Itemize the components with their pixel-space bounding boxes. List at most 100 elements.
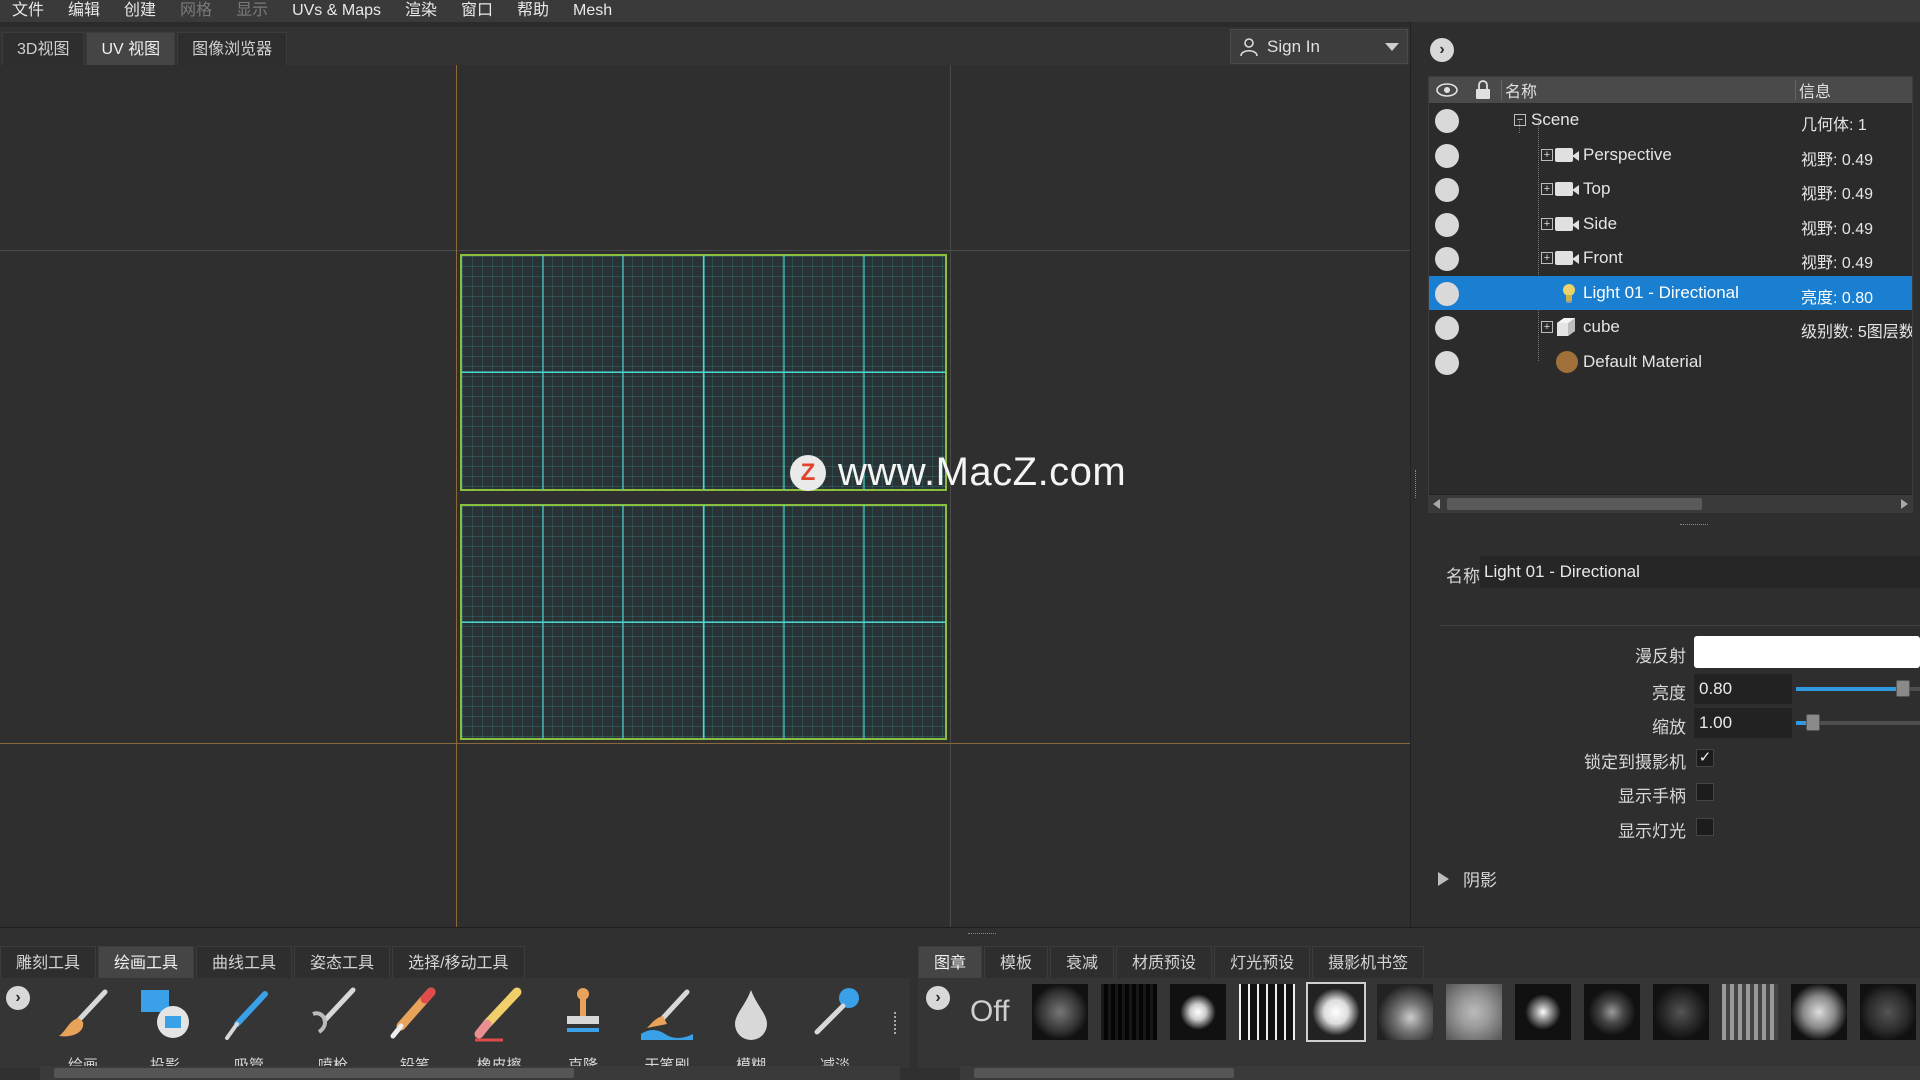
slider-knob[interactable] <box>1896 680 1910 697</box>
header-name[interactable]: 名称 <box>1505 78 1537 102</box>
visibility-toggle[interactable] <box>1435 281 1459 306</box>
tree-row-perspective[interactable]: + Perspective 视野: 0.49 <box>1429 138 1912 173</box>
tree-row-top[interactable]: + Top 视野: 0.49 <box>1429 172 1912 207</box>
scale-slider[interactable] <box>1796 714 1920 731</box>
menu-create[interactable]: 创建 <box>112 0 168 22</box>
brightness-slider[interactable] <box>1796 680 1920 697</box>
visibility-toggle[interactable] <box>1435 178 1459 202</box>
tool-airbrush[interactable]: 喷枪 <box>298 984 368 1074</box>
tray-overflow-icon[interactable] <box>894 1012 898 1034</box>
uv-island-bottom[interactable] <box>460 504 947 740</box>
panel-split-handle[interactable] <box>1680 524 1708 527</box>
tool-dodge[interactable]: 减淡 <box>800 984 870 1074</box>
show-light-checkbox[interactable] <box>1696 818 1714 836</box>
panel-toggle-icon[interactable]: › <box>1430 38 1454 62</box>
tab-material-presets[interactable]: 材质预设 <box>1116 946 1213 979</box>
tab-paint-tools[interactable]: 绘画工具 <box>98 946 195 979</box>
menu-render[interactable]: 渲染 <box>393 0 449 22</box>
tool-clone[interactable]: 克隆 <box>548 984 618 1074</box>
tray-resize-handle[interactable] <box>968 933 996 936</box>
tab-lighting-presets[interactable]: 灯光预设 <box>1214 946 1311 979</box>
visibility-toggle[interactable] <box>1435 247 1459 271</box>
tab-sculpt-tools[interactable]: 雕刻工具 <box>0 946 97 979</box>
tab-curve-tools[interactable]: 曲线工具 <box>196 946 293 979</box>
eye-icon[interactable] <box>1429 83 1465 97</box>
lock-camera-checkbox[interactable]: ✓ <box>1696 749 1714 767</box>
tab-pose-tools[interactable]: 姿态工具 <box>294 946 391 979</box>
expand-icon[interactable]: + <box>1541 148 1553 161</box>
visibility-toggle[interactable] <box>1435 212 1459 237</box>
stamp-thumbnail[interactable] <box>1515 984 1571 1040</box>
menu-file[interactable]: 文件 <box>0 0 56 22</box>
stamp-thumbnail[interactable] <box>1860 984 1916 1040</box>
scroll-left-icon[interactable] <box>1433 499 1440 509</box>
property-name-field[interactable]: Light 01 - Directional <box>1480 556 1920 588</box>
brightness-input[interactable]: 0.80 <box>1694 674 1792 704</box>
tree-row-scene[interactable]: − Scene 几何体: 1 <box>1429 103 1912 138</box>
stamp-thumbnail[interactable] <box>1653 984 1709 1040</box>
tool-eyedropper[interactable]: 吸管 <box>214 984 284 1074</box>
tool-dry-brush[interactable]: 干笔刷 <box>632 984 702 1074</box>
stamp-thumbnail[interactable] <box>1101 984 1157 1040</box>
stamp-thumbnail-selected[interactable] <box>1306 982 1366 1042</box>
tool-paint[interactable]: 绘画 <box>48 984 118 1074</box>
tab-image-browser[interactable]: 图像浏览器 <box>177 32 288 65</box>
tab-3d-view[interactable]: 3D视图 <box>2 32 85 65</box>
menu-mesh[interactable]: Mesh <box>561 0 624 22</box>
tab-stencils[interactable]: 模板 <box>984 946 1049 979</box>
tree-row-cube[interactable]: + cube 级别数: 5图层数 <box>1429 310 1912 345</box>
menu-help[interactable]: 帮助 <box>505 0 561 22</box>
menu-display[interactable]: 显示 <box>224 0 280 22</box>
visibility-toggle[interactable] <box>1435 109 1459 133</box>
visibility-toggle[interactable] <box>1435 316 1459 340</box>
slider-knob[interactable] <box>1806 714 1820 731</box>
sign-in-dropdown[interactable]: Sign In <box>1230 29 1408 64</box>
tree-row-light[interactable]: Light 01 - Directional 亮度: 0.80 <box>1429 275 1912 310</box>
expand-icon[interactable]: + <box>1541 321 1553 333</box>
scroll-thumb[interactable] <box>974 1068 1234 1078</box>
stamp-thumbnail[interactable] <box>1722 984 1778 1040</box>
uv-viewport[interactable] <box>0 65 1410 927</box>
tray-toggle-icon[interactable]: › <box>6 986 30 1010</box>
scale-input[interactable]: 1.00 <box>1694 708 1792 738</box>
tab-stamps[interactable]: 图章 <box>918 946 983 979</box>
tree-row-default-material[interactable]: Default Material <box>1429 345 1912 380</box>
tree-horizontal-scrollbar[interactable] <box>1429 494 1912 512</box>
stamp-tray-scrollbar[interactable] <box>960 1066 1920 1080</box>
menu-window[interactable]: 窗口 <box>449 0 505 22</box>
tool-pencil[interactable]: 铅笔 <box>380 984 450 1074</box>
tool-eraser[interactable]: 橡皮擦 <box>464 984 534 1074</box>
tab-camera-bookmarks[interactable]: 摄影机书签 <box>1312 946 1425 979</box>
tab-uv-view[interactable]: UV 视图 <box>86 32 176 65</box>
visibility-toggle[interactable] <box>1435 143 1459 168</box>
menu-edit[interactable]: 编辑 <box>56 0 112 22</box>
stamp-thumbnail[interactable] <box>1377 984 1433 1040</box>
stamp-thumbnail[interactable] <box>1446 984 1502 1040</box>
menu-uvs-maps[interactable]: UVs & Maps <box>280 0 393 22</box>
expand-icon[interactable]: + <box>1541 183 1553 195</box>
expand-icon[interactable]: + <box>1541 217 1553 230</box>
tool-tray-scrollbar[interactable] <box>40 1066 900 1080</box>
tab-select-move-tools[interactable]: 选择/移动工具 <box>392 946 525 979</box>
shadow-section-header[interactable]: 阴影 <box>1438 866 1497 891</box>
menu-mesh-cn[interactable]: 网格 <box>168 0 224 22</box>
stamp-tray-toggle-icon[interactable]: › <box>926 986 950 1010</box>
tab-falloff[interactable]: 衰减 <box>1050 946 1115 979</box>
stamp-thumbnail[interactable] <box>1239 984 1295 1040</box>
diffuse-color-swatch[interactable] <box>1694 636 1920 668</box>
tool-blur[interactable]: 模糊 <box>716 984 786 1074</box>
stamp-thumbnail[interactable] <box>1791 984 1847 1040</box>
expand-icon[interactable]: + <box>1541 252 1553 264</box>
visibility-toggle[interactable] <box>1435 350 1459 375</box>
tool-projection[interactable]: 投影 <box>130 984 200 1074</box>
stamp-thumbnail[interactable] <box>1584 984 1640 1040</box>
collapse-icon[interactable]: − <box>1514 114 1526 126</box>
panel-resize-handle[interactable] <box>1415 470 1418 498</box>
stamp-off[interactable]: Off <box>970 995 1009 1029</box>
tree-row-front[interactable]: + Front 视野: 0.49 <box>1429 241 1912 276</box>
stamp-thumbnail[interactable] <box>1170 984 1226 1040</box>
stamp-thumbnail[interactable] <box>1032 984 1088 1040</box>
scroll-thumb[interactable] <box>1447 498 1702 510</box>
tree-row-side[interactable]: + Side 视野: 0.49 <box>1429 207 1912 242</box>
show-handle-checkbox[interactable] <box>1696 783 1714 801</box>
